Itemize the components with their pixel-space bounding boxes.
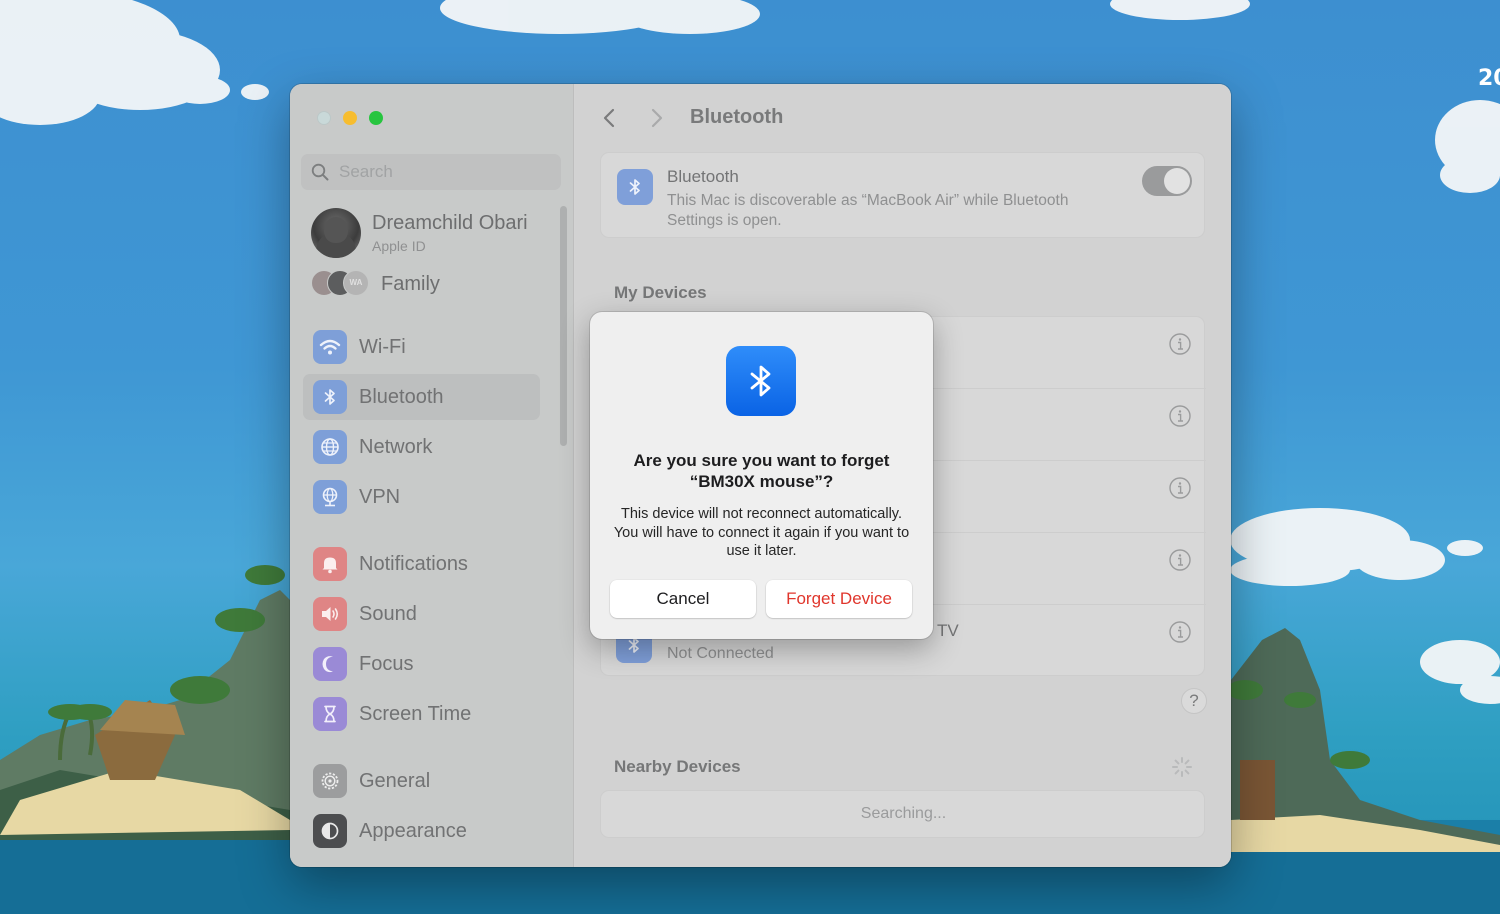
cancel-button[interactable]: Cancel bbox=[610, 580, 756, 618]
hourglass-icon bbox=[313, 697, 347, 731]
forget-device-dialog: Are you sure you want to forget “BM30X m… bbox=[590, 312, 933, 639]
account-subtitle: Apple ID bbox=[372, 238, 528, 254]
vpn-globe-icon bbox=[313, 480, 347, 514]
bluetooth-card-title: Bluetooth bbox=[667, 167, 739, 187]
family-avatars: WA bbox=[311, 270, 371, 298]
sidebar-item-label: Focus bbox=[359, 653, 413, 676]
sidebar-item-focus[interactable]: Focus bbox=[303, 641, 540, 687]
info-icon[interactable] bbox=[1168, 476, 1192, 500]
sidebar-item-family[interactable]: WA Family bbox=[311, 270, 440, 298]
search-icon bbox=[311, 163, 329, 181]
sidebar-item-network[interactable]: Network bbox=[303, 424, 540, 470]
info-icon[interactable] bbox=[1168, 404, 1192, 428]
bell-icon bbox=[313, 547, 347, 581]
back-arrow-icon[interactable] bbox=[599, 106, 621, 130]
sidebar-item-label: Network bbox=[359, 436, 432, 459]
sidebar-item-notifications[interactable]: Notifications bbox=[303, 541, 540, 587]
my-devices-heading: My Devices bbox=[614, 283, 707, 303]
nearby-devices-list: Searching... bbox=[600, 790, 1205, 838]
bluetooth-icon bbox=[617, 169, 653, 205]
sidebar-item-bluetooth[interactable]: Bluetooth bbox=[303, 374, 540, 420]
forget-device-button[interactable]: Forget Device bbox=[766, 580, 912, 618]
nearby-status: Searching... bbox=[601, 805, 1206, 823]
sidebar-item-label: Bluetooth bbox=[359, 386, 444, 409]
speaker-icon bbox=[313, 597, 347, 631]
dialog-title: Are you sure you want to forget “BM30X m… bbox=[610, 450, 913, 492]
info-icon[interactable] bbox=[1168, 332, 1192, 356]
moon-icon bbox=[313, 647, 347, 681]
sidebar-item-vpn[interactable]: VPN bbox=[303, 474, 540, 520]
apple-id-account[interactable]: Dreamchild Obari Apple ID bbox=[311, 208, 528, 258]
bluetooth-icon bbox=[313, 380, 347, 414]
sidebar-item-label: VPN bbox=[359, 486, 400, 509]
spinner-icon bbox=[1171, 756, 1193, 778]
dialog-message: This device will not reconnect automatic… bbox=[610, 505, 913, 561]
sidebar-item-label: Family bbox=[381, 273, 440, 296]
sidebar-item-general[interactable]: General bbox=[303, 758, 540, 804]
bluetooth-card-description: This Mac is discoverable as “MacBook Air… bbox=[667, 191, 1127, 231]
nearby-devices-heading: Nearby Devices bbox=[614, 757, 741, 777]
sidebar-item-appearance[interactable]: Appearance bbox=[303, 808, 540, 854]
device-status: Not Connected bbox=[667, 645, 774, 663]
bluetooth-icon bbox=[726, 346, 796, 416]
forward-arrow-icon[interactable] bbox=[645, 106, 667, 130]
sidebar-item-label: General bbox=[359, 770, 430, 793]
sidebar-item-label: Notifications bbox=[359, 553, 468, 576]
help-button[interactable]: ? bbox=[1181, 688, 1207, 714]
search-field[interactable] bbox=[301, 154, 561, 190]
appearance-icon bbox=[313, 814, 347, 848]
zoom-window-button[interactable] bbox=[369, 111, 383, 125]
sidebar-item-label: Wi-Fi bbox=[359, 336, 406, 359]
bluetooth-toggle-card: Bluetooth This Mac is discoverable as “M… bbox=[600, 152, 1205, 238]
search-input[interactable] bbox=[339, 162, 539, 182]
sidebar-item-sound[interactable]: Sound bbox=[303, 591, 540, 637]
menu-clock-fragment: 20 bbox=[1478, 66, 1500, 91]
avatar bbox=[311, 208, 361, 258]
sidebar-item-label: Sound bbox=[359, 603, 417, 626]
gear-icon bbox=[313, 764, 347, 798]
page-title: Bluetooth bbox=[690, 106, 783, 129]
sidebar-item-label: Screen Time bbox=[359, 703, 471, 726]
sidebar: Dreamchild Obari Apple ID WA Family Wi-F… bbox=[290, 84, 574, 867]
device-name-fragment: TV bbox=[937, 621, 959, 641]
sidebar-item-screen-time[interactable]: Screen Time bbox=[303, 691, 540, 737]
sidebar-item-wifi[interactable]: Wi-Fi bbox=[303, 324, 540, 370]
minimize-window-button[interactable] bbox=[343, 111, 357, 125]
close-window-button[interactable] bbox=[317, 111, 331, 125]
account-name: Dreamchild Obari bbox=[372, 212, 528, 235]
sidebar-scrollbar[interactable] bbox=[560, 206, 567, 446]
info-icon[interactable] bbox=[1168, 620, 1192, 644]
wifi-icon bbox=[313, 330, 347, 364]
globe-icon bbox=[313, 430, 347, 464]
bluetooth-toggle[interactable] bbox=[1142, 166, 1192, 196]
sidebar-item-label: Appearance bbox=[359, 820, 467, 843]
family-avatar-initials: WA bbox=[343, 270, 369, 296]
info-icon[interactable] bbox=[1168, 548, 1192, 572]
